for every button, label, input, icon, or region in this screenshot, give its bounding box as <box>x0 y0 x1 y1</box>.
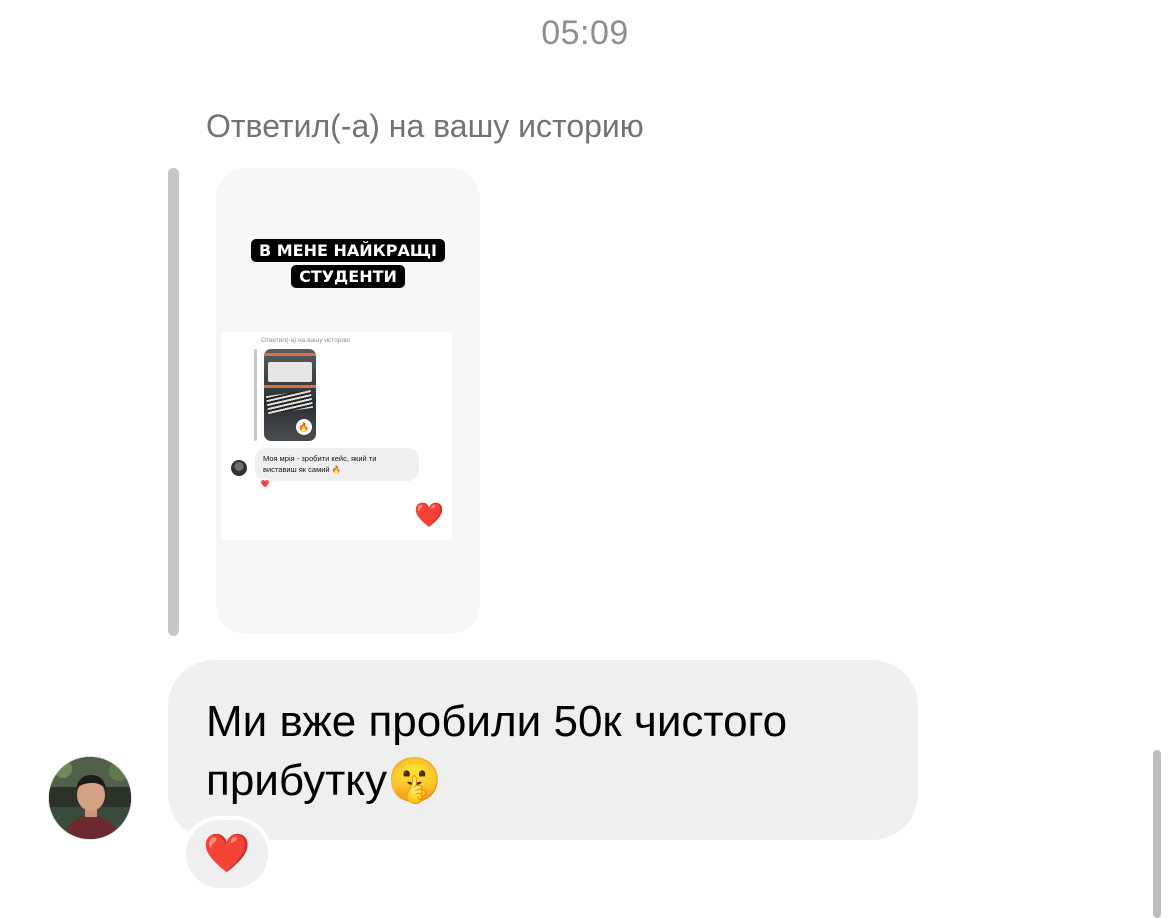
story-title-line1: В МЕНЕ НАЙКРАЩІ <box>250 239 446 262</box>
fire-icon: 🔥 <box>296 419 312 435</box>
shushing-face-emoji: 🤫 <box>387 755 442 806</box>
embedded-quote-bar <box>254 349 257 441</box>
story-embedded-screenshot: Ответил(-а) на вашу историю 🔥 Моя мрія -… <box>222 332 452 540</box>
story-title-sticker: В МЕНЕ НАЙКРАЩІ СТУДЕНТИ <box>216 238 480 290</box>
reply-quote-bar <box>168 168 179 636</box>
heart-icon: ❤️ <box>414 502 444 529</box>
story-reply-label: Ответил(-а) на вашу историю <box>206 108 644 144</box>
embedded-reaction: ❤️ <box>258 479 272 491</box>
message-reaction[interactable]: ❤️ <box>182 816 272 892</box>
scrollbar[interactable] <box>1153 750 1161 918</box>
message-text: Ми вже пробили 50к чистого прибутку <box>206 697 788 805</box>
avatar-photo <box>49 757 131 839</box>
embedded-avatar <box>231 460 247 476</box>
story-title-line2: СТУДЕНТИ <box>291 265 405 288</box>
message-timestamp: 05:09 <box>541 14 629 52</box>
heart-icon: ❤️ <box>203 833 251 875</box>
story-preview-card[interactable]: В МЕНЕ НАЙКРАЩІ СТУДЕНТИ Ответил(-а) на … <box>216 168 480 634</box>
embedded-message-bubble: Моя мрія - зробити кейс, який ти вистави… <box>255 448 419 481</box>
embedded-story-thumbnail: 🔥 <box>264 349 316 441</box>
sender-avatar[interactable] <box>48 756 132 840</box>
embedded-reply-label: Ответил(-а) на вашу историю <box>261 337 350 344</box>
message-bubble[interactable]: Ми вже пробили 50к чистого прибутку🤫 <box>168 660 918 840</box>
